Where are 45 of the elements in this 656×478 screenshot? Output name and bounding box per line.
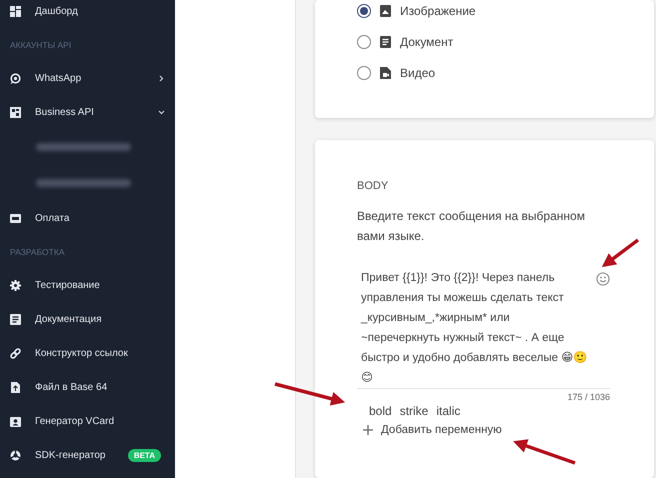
arrow <box>513 439 576 465</box>
sidebar-item[interactable]: Генератор VCard <box>0 404 175 438</box>
section-title: BODY <box>357 180 390 192</box>
section-label: РАЗРАБОТКА <box>9 246 66 258</box>
gear-icon <box>10 280 21 290</box>
document-icon <box>380 36 391 48</box>
arrow <box>274 382 346 406</box>
sidebar-item[interactable]: Тестирование <box>0 268 175 302</box>
radio-button[interactable] <box>357 4 371 18</box>
character-counter: 175 / 1036 <box>566 392 610 402</box>
sidebar-item[interactable]: Файл в Base 64 <box>0 370 175 404</box>
smiley-icon <box>596 272 610 286</box>
option-label: Изображение <box>400 4 476 18</box>
beta-badge: BETA <box>128 448 161 462</box>
sidebar-item[interactable]: Оплата <box>0 201 175 235</box>
sidebar-item[interactable]: Конструктор ссылок <box>0 336 175 370</box>
format-button[interactable]: strike <box>400 404 428 418</box>
chat-bubble-icon <box>10 72 21 84</box>
wheel-icon <box>10 450 21 460</box>
document-icon <box>10 314 21 324</box>
radio-button[interactable] <box>357 66 371 80</box>
video-file-icon <box>380 67 391 79</box>
section-label: АККАУНТЫ API <box>9 38 72 52</box>
option-label: Документ <box>400 35 454 49</box>
arrow <box>602 238 640 268</box>
format-button[interactable]: italic <box>436 404 460 418</box>
sidebar-item[interactable]: WhatsApp <box>0 61 175 95</box>
message-field[interactable]: Привет {{1}}! Это {{2}}! Через панель управления ты можешь сделать текст _курсивным_,*жирным* или ~перечеркнуть нужный текст~ . А еще быстро и удобно добавлять веселые 😁🙂 😊 <box>357 268 610 389</box>
grid-logo-icon <box>10 106 21 118</box>
dashboard-icon <box>10 6 21 16</box>
radio-button[interactable] <box>357 35 371 49</box>
contact-card-icon <box>10 416 21 426</box>
add-variable-button[interactable]: Добавить переменную <box>363 424 502 436</box>
plus-icon <box>363 425 373 435</box>
link-icon <box>10 348 21 358</box>
image-icon <box>380 5 391 17</box>
card-icon <box>10 212 21 224</box>
sidebar-item[interactable]: SDK-генератор BETA <box>0 438 175 472</box>
option-label: Видео <box>400 66 436 80</box>
sidebar-item[interactable]: Документация <box>0 302 175 336</box>
sidebar-item[interactable]: Дашборд <box>0 0 175 28</box>
hint-text: Введите текст сообщения на выбранном вами языке. <box>357 208 586 245</box>
sidebar-item[interactable]: Business API <box>0 95 175 129</box>
file-icon <box>10 382 21 392</box>
format-button[interactable]: bold <box>369 404 392 418</box>
